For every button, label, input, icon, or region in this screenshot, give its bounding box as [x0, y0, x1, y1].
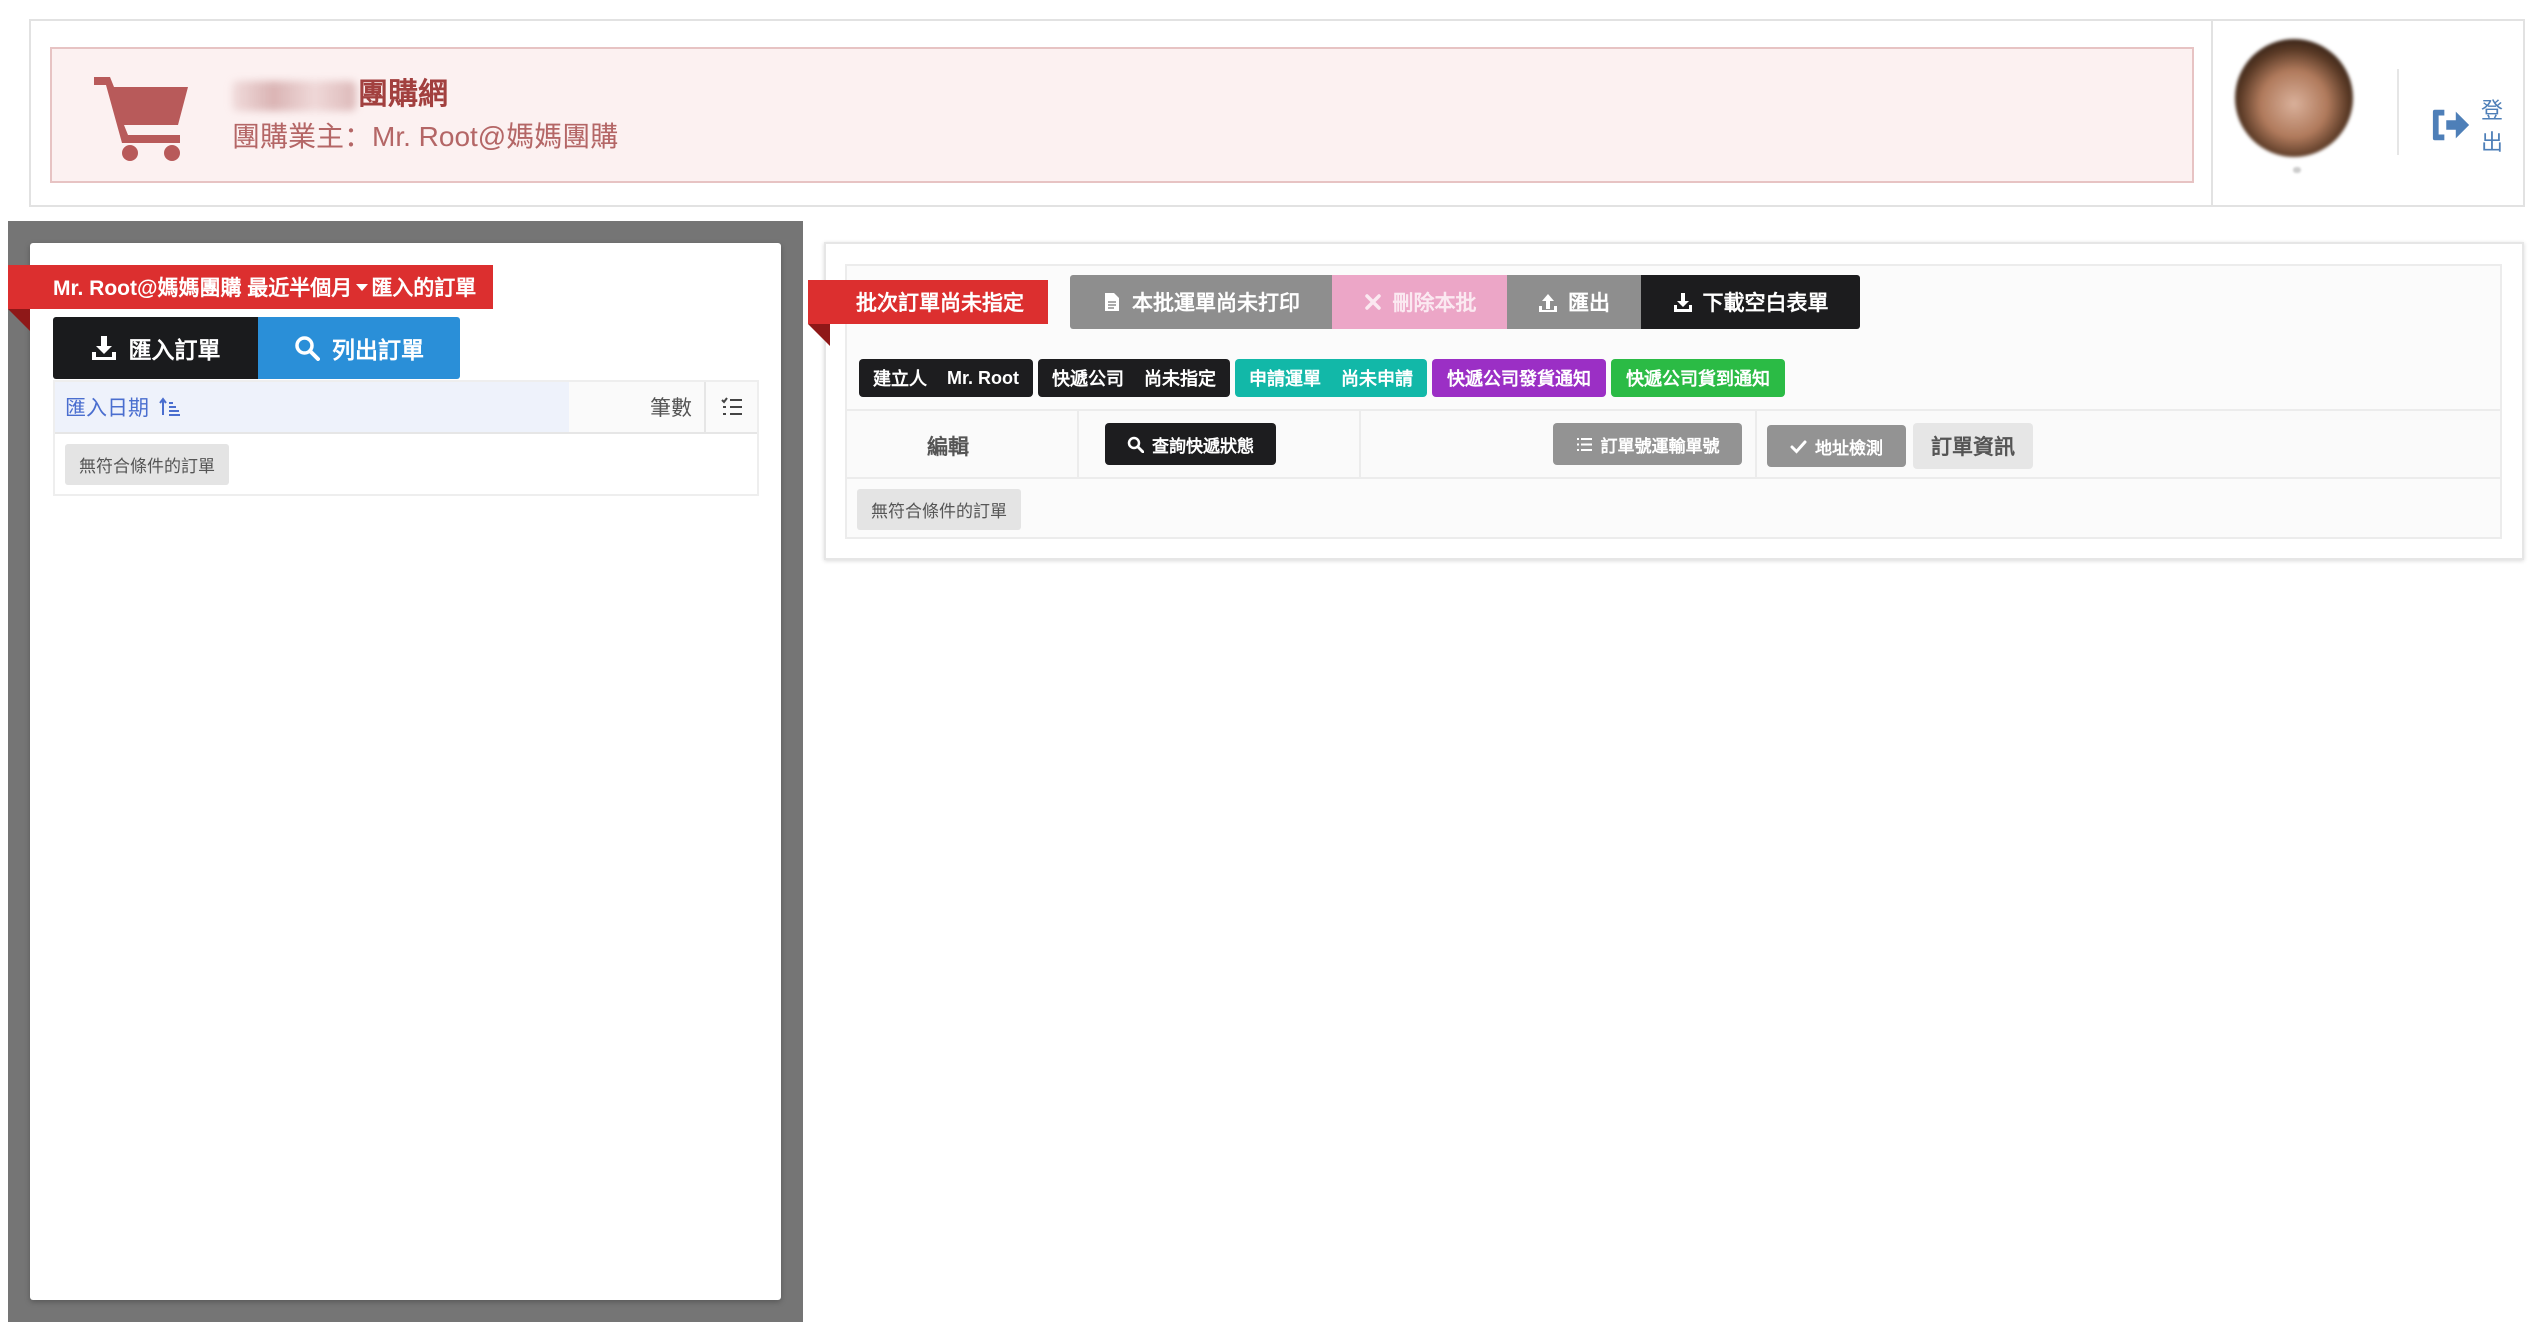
carrier-badge[interactable]: 快遞公司 尚未指定 [1038, 359, 1230, 397]
batch-table-body: 無符合條件的訂單 [847, 481, 2500, 537]
site-name-suffix: 團購網 [358, 78, 448, 111]
import-list-table: 匯入日期 筆數 無符合條件的訂單 [53, 380, 759, 496]
column-options-button[interactable] [706, 382, 757, 432]
logout-icon [2432, 109, 2470, 141]
list-icon [1576, 437, 1592, 451]
site-banner: 團購網 團購業主：Mr. Root@媽媽團購 [50, 47, 2194, 183]
file-icon [1105, 293, 1119, 311]
chevron-down-icon[interactable] [356, 283, 369, 291]
order-tracking-number-button[interactable]: 訂單號運輸單號 [1553, 423, 1742, 465]
import-orders-button[interactable]: 匯入訂單 [53, 317, 258, 379]
blurred-site-name [232, 81, 356, 112]
top-header: 團購網 團購業主：Mr. Root@媽媽團購 登出 [29, 19, 2525, 207]
list-orders-button[interactable]: 列出訂單 [258, 317, 460, 379]
list-orders-label: 列出訂單 [332, 337, 424, 363]
column-count: 筆數 [569, 382, 706, 432]
column-import-date[interactable]: 匯入日期 [55, 382, 569, 432]
upload-icon [1539, 294, 1557, 312]
apply-waybill-badge[interactable]: 申請運單 尚未申請 [1235, 359, 1427, 397]
download-icon [1673, 293, 1692, 312]
query-delivery-status-label: 查詢快遞狀態 [1152, 436, 1254, 456]
carrier-label: 快遞公司 [1052, 369, 1124, 389]
export-button[interactable]: 匯出 [1507, 275, 1641, 329]
x-icon [1364, 294, 1381, 310]
list-icon [720, 397, 742, 415]
print-waybill-button[interactable]: 本批運單尚未打印 [1070, 275, 1332, 329]
import-orders-label: 匯入訂單 [128, 337, 221, 363]
address-check-button[interactable]: 地址檢測 [1767, 425, 1906, 467]
column-divider [1077, 411, 1079, 477]
site-title: 團購網 [232, 69, 448, 113]
download-icon [91, 336, 116, 360]
export-label: 匯出 [1568, 292, 1610, 315]
owner-line: 團購業主：Mr. Root@媽媽團購 [232, 121, 619, 152]
ribbon-prefix: Mr. Root@媽媽團購 最近半個月 [53, 277, 353, 300]
download-blank-form-button[interactable]: 下載空白表單 [1641, 275, 1860, 329]
batch-status-ribbon: 批次訂單尚未指定 [808, 280, 1048, 346]
ship-notice-badge[interactable]: 快遞公司發貨通知 [1432, 359, 1606, 397]
order-tracking-number-label: 訂單號運輸單號 [1600, 436, 1720, 456]
empty-result-badge: 無符合條件的訂單 [65, 443, 229, 485]
header-divider [2211, 21, 2213, 205]
order-info-button[interactable]: 訂單資訊 [1913, 423, 2033, 469]
carrier-value: 尚未指定 [1144, 369, 1216, 389]
avatar[interactable] [2235, 39, 2353, 157]
creator-badge: 建立人 Mr. Root [859, 359, 1033, 397]
ribbon-suffix: 匯入的訂單 [371, 277, 477, 300]
search-icon [1127, 436, 1144, 453]
creator-value: Mr. Root [947, 367, 1019, 388]
table-header: 匯入日期 筆數 [55, 382, 757, 434]
search-icon [295, 336, 320, 361]
download-blank-form-label: 下載空白表單 [1702, 292, 1829, 315]
logout-button[interactable]: 登出 [2431, 93, 2523, 157]
query-delivery-status-button[interactable]: 查詢快遞狀態 [1105, 423, 1276, 465]
header-divider-small [2397, 69, 2399, 155]
address-check-label: 地址檢測 [1815, 438, 1883, 458]
column-divider [1359, 411, 1361, 477]
batch-table-header: 編輯 查詢快遞狀態 訂單號運輸單號 地址檢測 訂單資訊 [847, 409, 2500, 479]
avatar-caption [2293, 167, 2301, 173]
import-orders-ribbon[interactable]: Mr. Root@媽媽團購 最近半個月 匯入的訂單 [8, 265, 493, 331]
apply-waybill-label: 申請運單 [1249, 369, 1321, 389]
sort-ascending-icon [159, 397, 180, 416]
column-edit: 編輯 [927, 436, 969, 459]
delete-batch-button[interactable]: 刪除本批 [1332, 275, 1507, 329]
empty-result-badge: 無符合條件的訂單 [857, 488, 1021, 530]
check-icon [1790, 440, 1807, 454]
arrive-notice-badge[interactable]: 快遞公司貨到通知 [1611, 359, 1785, 397]
column-divider [1755, 411, 1757, 477]
cart-icon [94, 77, 188, 161]
delete-batch-label: 刪除本批 [1392, 292, 1477, 315]
creator-label: 建立人 [873, 369, 927, 389]
logout-label: 登出 [2481, 98, 2504, 155]
print-waybill-label: 本批運單尚未打印 [1132, 292, 1300, 315]
apply-waybill-value: 尚未申請 [1341, 369, 1413, 389]
column-import-date-label: 匯入日期 [65, 397, 149, 420]
table-body: 無符合條件的訂單 [55, 434, 757, 494]
